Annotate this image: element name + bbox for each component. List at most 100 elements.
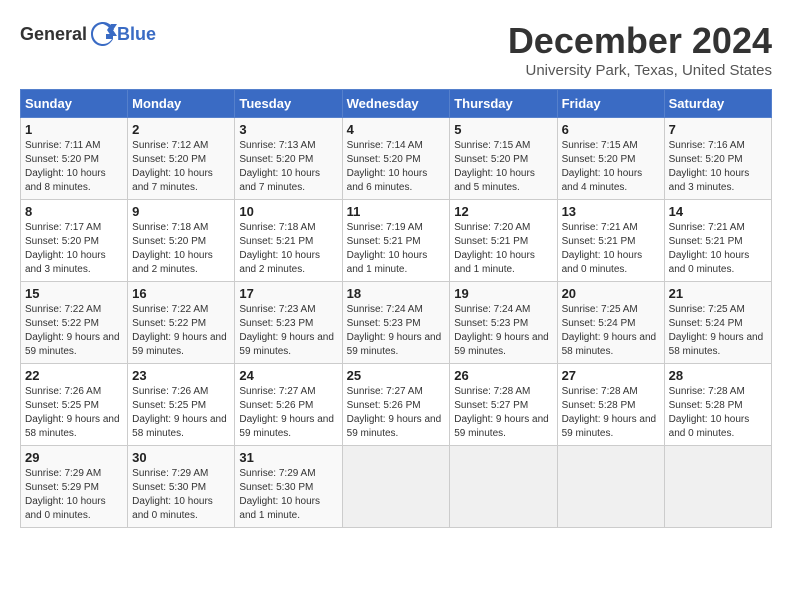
- day-info: Sunrise: 7:12 AM Sunset: 5:20 PM Dayligh…: [132, 139, 230, 195]
- day-info: Sunrise: 7:11 AM Sunset: 5:20 PM Dayligh…: [25, 139, 123, 195]
- calendar-cell: 4 Sunrise: 7:14 AM Sunset: 5:20 PM Dayli…: [342, 118, 450, 200]
- calendar-week-row: 8 Sunrise: 7:17 AM Sunset: 5:20 PM Dayli…: [21, 200, 772, 282]
- month-title: December 2024: [508, 20, 772, 62]
- calendar-week-row: 29 Sunrise: 7:29 AM Sunset: 5:29 PM Dayl…: [21, 446, 772, 528]
- calendar-cell: 13 Sunrise: 7:21 AM Sunset: 5:21 PM Dayl…: [557, 200, 664, 282]
- day-info: Sunrise: 7:13 AM Sunset: 5:20 PM Dayligh…: [239, 139, 337, 195]
- calendar-cell: 9 Sunrise: 7:18 AM Sunset: 5:20 PM Dayli…: [128, 200, 235, 282]
- day-info: Sunrise: 7:16 AM Sunset: 5:20 PM Dayligh…: [669, 139, 767, 195]
- calendar-cell: 30 Sunrise: 7:29 AM Sunset: 5:30 PM Dayl…: [128, 446, 235, 528]
- day-number: 17: [239, 286, 337, 301]
- day-number: 4: [347, 122, 446, 137]
- calendar-cell: 22 Sunrise: 7:26 AM Sunset: 5:25 PM Dayl…: [21, 364, 128, 446]
- day-info: Sunrise: 7:29 AM Sunset: 5:30 PM Dayligh…: [239, 467, 337, 523]
- calendar-cell: 3 Sunrise: 7:13 AM Sunset: 5:20 PM Dayli…: [235, 118, 342, 200]
- day-number: 2: [132, 122, 230, 137]
- calendar-cell: 24 Sunrise: 7:27 AM Sunset: 5:26 PM Dayl…: [235, 364, 342, 446]
- logo-icon: [89, 20, 117, 48]
- calendar-table: Sunday Monday Tuesday Wednesday Thursday…: [20, 89, 772, 528]
- day-number: 8: [25, 204, 123, 219]
- col-saturday: Saturday: [664, 90, 771, 118]
- col-friday: Friday: [557, 90, 664, 118]
- day-number: 22: [25, 368, 123, 383]
- calendar-week-row: 22 Sunrise: 7:26 AM Sunset: 5:25 PM Dayl…: [21, 364, 772, 446]
- logo: General Blue: [20, 20, 156, 48]
- calendar-cell: 1 Sunrise: 7:11 AM Sunset: 5:20 PM Dayli…: [21, 118, 128, 200]
- calendar-cell: 19 Sunrise: 7:24 AM Sunset: 5:23 PM Dayl…: [450, 282, 557, 364]
- day-number: 30: [132, 450, 230, 465]
- day-info: Sunrise: 7:18 AM Sunset: 5:21 PM Dayligh…: [239, 221, 337, 277]
- day-number: 6: [562, 122, 660, 137]
- day-number: 28: [669, 368, 767, 383]
- day-number: 9: [132, 204, 230, 219]
- calendar-cell: 14 Sunrise: 7:21 AM Sunset: 5:21 PM Dayl…: [664, 200, 771, 282]
- page-header: General Blue December 2024 University Pa…: [20, 20, 772, 79]
- day-info: Sunrise: 7:21 AM Sunset: 5:21 PM Dayligh…: [562, 221, 660, 277]
- calendar-cell: 5 Sunrise: 7:15 AM Sunset: 5:20 PM Dayli…: [450, 118, 557, 200]
- day-info: Sunrise: 7:15 AM Sunset: 5:20 PM Dayligh…: [562, 139, 660, 195]
- calendar-cell: 6 Sunrise: 7:15 AM Sunset: 5:20 PM Dayli…: [557, 118, 664, 200]
- day-number: 23: [132, 368, 230, 383]
- calendar-cell: [342, 446, 450, 528]
- calendar-cell: [450, 446, 557, 528]
- day-number: 21: [669, 286, 767, 301]
- calendar-cell: 23 Sunrise: 7:26 AM Sunset: 5:25 PM Dayl…: [128, 364, 235, 446]
- day-number: 20: [562, 286, 660, 301]
- day-number: 18: [347, 286, 446, 301]
- day-number: 25: [347, 368, 446, 383]
- day-info: Sunrise: 7:28 AM Sunset: 5:28 PM Dayligh…: [562, 385, 660, 441]
- calendar-cell: 10 Sunrise: 7:18 AM Sunset: 5:21 PM Dayl…: [235, 200, 342, 282]
- day-number: 16: [132, 286, 230, 301]
- day-info: Sunrise: 7:22 AM Sunset: 5:22 PM Dayligh…: [132, 303, 230, 359]
- calendar-cell: 16 Sunrise: 7:22 AM Sunset: 5:22 PM Dayl…: [128, 282, 235, 364]
- day-info: Sunrise: 7:18 AM Sunset: 5:20 PM Dayligh…: [132, 221, 230, 277]
- calendar-cell: 12 Sunrise: 7:20 AM Sunset: 5:21 PM Dayl…: [450, 200, 557, 282]
- day-info: Sunrise: 7:24 AM Sunset: 5:23 PM Dayligh…: [454, 303, 552, 359]
- calendar-cell: 28 Sunrise: 7:28 AM Sunset: 5:28 PM Dayl…: [664, 364, 771, 446]
- day-info: Sunrise: 7:26 AM Sunset: 5:25 PM Dayligh…: [132, 385, 230, 441]
- day-number: 19: [454, 286, 552, 301]
- calendar-cell: 11 Sunrise: 7:19 AM Sunset: 5:21 PM Dayl…: [342, 200, 450, 282]
- day-number: 12: [454, 204, 552, 219]
- calendar-cell: 15 Sunrise: 7:22 AM Sunset: 5:22 PM Dayl…: [21, 282, 128, 364]
- day-number: 15: [25, 286, 123, 301]
- calendar-header-row: Sunday Monday Tuesday Wednesday Thursday…: [21, 90, 772, 118]
- day-info: Sunrise: 7:25 AM Sunset: 5:24 PM Dayligh…: [562, 303, 660, 359]
- day-info: Sunrise: 7:27 AM Sunset: 5:26 PM Dayligh…: [347, 385, 446, 441]
- col-monday: Monday: [128, 90, 235, 118]
- day-info: Sunrise: 7:15 AM Sunset: 5:20 PM Dayligh…: [454, 139, 552, 195]
- location-subtitle: University Park, Texas, United States: [508, 62, 772, 79]
- logo-blue-text: Blue: [117, 24, 156, 45]
- day-number: 14: [669, 204, 767, 219]
- title-block: December 2024 University Park, Texas, Un…: [508, 20, 772, 79]
- day-number: 13: [562, 204, 660, 219]
- calendar-cell: 25 Sunrise: 7:27 AM Sunset: 5:26 PM Dayl…: [342, 364, 450, 446]
- calendar-cell: [664, 446, 771, 528]
- day-number: 29: [25, 450, 123, 465]
- day-number: 1: [25, 122, 123, 137]
- calendar-cell: 7 Sunrise: 7:16 AM Sunset: 5:20 PM Dayli…: [664, 118, 771, 200]
- day-info: Sunrise: 7:29 AM Sunset: 5:29 PM Dayligh…: [25, 467, 123, 523]
- day-number: 5: [454, 122, 552, 137]
- day-info: Sunrise: 7:29 AM Sunset: 5:30 PM Dayligh…: [132, 467, 230, 523]
- calendar-cell: 29 Sunrise: 7:29 AM Sunset: 5:29 PM Dayl…: [21, 446, 128, 528]
- day-info: Sunrise: 7:23 AM Sunset: 5:23 PM Dayligh…: [239, 303, 337, 359]
- calendar-cell: 27 Sunrise: 7:28 AM Sunset: 5:28 PM Dayl…: [557, 364, 664, 446]
- calendar-cell: 20 Sunrise: 7:25 AM Sunset: 5:24 PM Dayl…: [557, 282, 664, 364]
- day-number: 7: [669, 122, 767, 137]
- col-sunday: Sunday: [21, 90, 128, 118]
- col-thursday: Thursday: [450, 90, 557, 118]
- day-number: 27: [562, 368, 660, 383]
- day-info: Sunrise: 7:21 AM Sunset: 5:21 PM Dayligh…: [669, 221, 767, 277]
- day-info: Sunrise: 7:27 AM Sunset: 5:26 PM Dayligh…: [239, 385, 337, 441]
- calendar-cell: 2 Sunrise: 7:12 AM Sunset: 5:20 PM Dayli…: [128, 118, 235, 200]
- day-number: 31: [239, 450, 337, 465]
- day-info: Sunrise: 7:22 AM Sunset: 5:22 PM Dayligh…: [25, 303, 123, 359]
- day-number: 10: [239, 204, 337, 219]
- calendar-cell: 31 Sunrise: 7:29 AM Sunset: 5:30 PM Dayl…: [235, 446, 342, 528]
- day-info: Sunrise: 7:28 AM Sunset: 5:28 PM Dayligh…: [669, 385, 767, 441]
- calendar-cell: 17 Sunrise: 7:23 AM Sunset: 5:23 PM Dayl…: [235, 282, 342, 364]
- day-number: 26: [454, 368, 552, 383]
- day-info: Sunrise: 7:26 AM Sunset: 5:25 PM Dayligh…: [25, 385, 123, 441]
- day-number: 24: [239, 368, 337, 383]
